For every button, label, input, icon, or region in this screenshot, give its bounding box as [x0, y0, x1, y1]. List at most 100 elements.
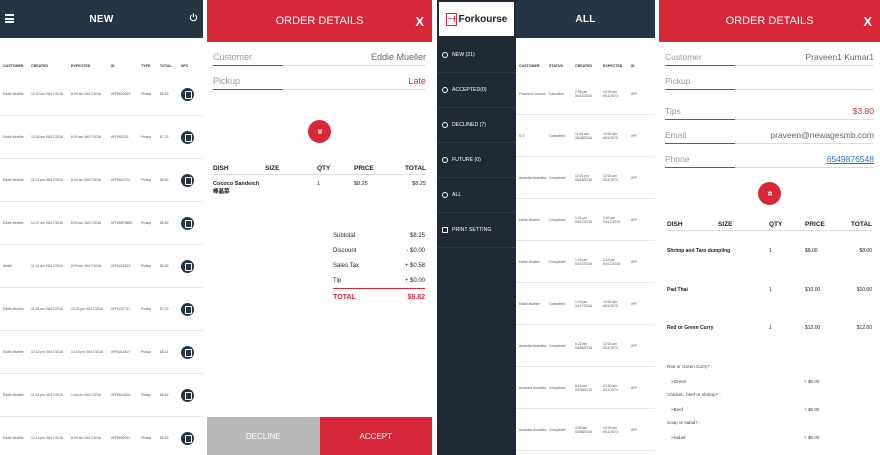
dish-qty: 1	[317, 181, 321, 187]
table-row[interactable]: Eddie Mueller 11:13 pm 06/17/2016 1:43 pm …	[0, 374, 203, 417]
size-col: SIZE	[718, 221, 733, 228]
receipt-icon[interactable]	[181, 173, 194, 187]
dish-dish: Shrimp and Taro dumpling	[667, 248, 731, 254]
cell: 1:43 pm 04/17/2016	[575, 299, 592, 308]
cell: 8:00 am 06/17/2016	[71, 221, 102, 225]
dish-name: Cococo Sandeich	[213, 181, 260, 187]
cell: Eddie Mueller	[519, 301, 540, 306]
all-orders-panel: ALL CUSTOMER STATUS CREATED EXPECTED ID …	[437, 0, 655, 455]
chevron-up-icon: «	[764, 190, 775, 197]
table-row[interactable]: S S Completed 11:46 am 06/08/2016 12:00 am …	[516, 115, 655, 157]
dish-price: $10.00	[805, 287, 821, 293]
cell: Pickup	[141, 307, 152, 311]
cell: dfdfdf	[3, 264, 12, 268]
table-row[interactable]: Eddie Mueller Completed 1:43 pm 04/17/2016…	[516, 283, 655, 325]
menu-label: FUTURE (0)	[452, 157, 481, 163]
phone-link[interactable]: 6549876548	[827, 154, 874, 164]
discount-label: Discount	[333, 248, 357, 254]
menu-item-declined[interactable]: DECLINED (7)	[437, 108, 516, 143]
table-row[interactable]: Eddie Mueller 12:26 am 06/17/2016 8:00 am …	[0, 116, 203, 159]
chevron-down-icon: »	[314, 128, 325, 135]
logo-text: Forkourse	[458, 13, 508, 25]
cell: $8.82	[160, 221, 169, 225]
cell: 12:47 am 06/17/2016	[31, 221, 64, 225]
receipt-icon[interactable]	[181, 388, 194, 402]
cell: 6:18 am 04/08/2016	[575, 383, 592, 392]
cell: Praveen1 kumar1	[519, 91, 546, 96]
table-row[interactable]: Praveen1 kumar1 Cancelled 2:35 pm 06/11/20…	[516, 73, 655, 115]
menu-item-print-setting[interactable]: PRINT SETTING	[437, 213, 516, 248]
receipt-icon[interactable]	[181, 345, 194, 359]
cell: Pickup	[141, 221, 152, 225]
cell: Completed	[549, 217, 566, 222]
menu-item-future[interactable]: FUTURE (0)	[437, 143, 516, 178]
dish-total: $8.25	[412, 181, 426, 187]
receipt-icon[interactable]	[181, 431, 194, 445]
order-summary: Subtotal $8.25 Discount - $0.00 Sales Tax +…	[333, 233, 425, 305]
refresh-icon	[442, 157, 448, 163]
table-row[interactable]: Anamika Anamika Completed 6:22 am 04/08/20…	[516, 325, 655, 367]
close-button[interactable]: X	[863, 14, 872, 29]
table-row[interactable]: Eddie Mueller 12:12 pm 06/17/2016 12:15 pm…	[0, 331, 203, 374]
cell: 12:14 pm 06/17/2016	[31, 436, 64, 440]
receipt-icon[interactable]	[181, 259, 194, 273]
menu-icon[interactable]	[5, 14, 14, 23]
cell: Pickup	[141, 393, 152, 397]
cell: $8.82	[160, 264, 169, 268]
cell: #FF652216	[111, 135, 129, 139]
cell: 11:13 pm 06/17/2016	[31, 393, 63, 397]
table-row[interactable]: Anamika Anamika Completed 12:01 pm 06/18/2…	[516, 157, 655, 199]
order-details-panel-2: ORDER DETAILS X Customer Praveen1 Kumar1 …	[659, 0, 880, 455]
collapse-chevron-button[interactable]: «	[758, 182, 781, 205]
all-title: ALL	[575, 13, 596, 25]
dish-dish: Pad Thai	[667, 287, 688, 293]
cell: 12:00 am 6/11/1973	[603, 299, 618, 308]
option-answer: >Beef	[671, 406, 684, 412]
receipt-icon[interactable]	[181, 216, 194, 230]
table-row[interactable]: Eddie Mueller 12:14 pm 06/17/2016 8:00 am …	[0, 417, 203, 455]
declined-icon	[442, 122, 448, 128]
option-answer: >Green	[671, 378, 687, 384]
table-row[interactable]: Eddie Mueller 12:47 am 06/17/2016 8:00 am …	[0, 202, 203, 245]
customer-label: Customer	[665, 52, 702, 62]
table-row[interactable]: Eddie Mueller 12:20 am 06/17/2016 8:00 am …	[0, 73, 203, 116]
cell: Anamika Anamika	[519, 427, 547, 432]
price-col: PRICE	[805, 221, 825, 228]
table-row[interactable]: Eddie Mueller Completed 1:16 pm 04/17/2016…	[516, 241, 655, 283]
expand-chevron-button[interactable]: »	[308, 120, 331, 143]
col-id: ID	[631, 64, 635, 68]
receipt-icon[interactable]	[181, 302, 194, 316]
pickup-label: Pickup	[665, 76, 691, 86]
power-icon[interactable]	[189, 12, 198, 22]
cell: 2:35 pm 06/11/2016	[575, 89, 592, 98]
table-row[interactable]: Eddie Mueller 11:01 pm 06/17/2016 8:00 am …	[0, 159, 203, 202]
cell: 12:00 am 6/11/1973	[603, 173, 618, 182]
cell: Completed	[549, 427, 566, 432]
dish-price: $8.00	[805, 248, 818, 254]
option-answer-row: >Green + $0.00	[659, 374, 880, 388]
table-row[interactable]: Eddie Mueller 11:08 am 06/17/2016 10:30 pm…	[0, 288, 203, 331]
col-created: CREATED	[575, 64, 593, 68]
total-value: $8.82	[407, 293, 425, 301]
table-row[interactable]: Anamika Anamika Completed 6:18 am 04/08/20…	[516, 367, 655, 409]
table-row[interactable]: Anamika Anamika Completed 4:55 am 04/08/20…	[516, 409, 655, 451]
cell: Eddie Mueller	[3, 92, 24, 96]
list-icon	[442, 52, 448, 58]
receipt-icon[interactable]	[181, 87, 194, 101]
cell: #FF6520043	[111, 92, 131, 96]
col-spc: SPC	[181, 64, 189, 68]
accept-button[interactable]: ACCEPT	[319, 417, 432, 455]
total-col: TOTAL	[850, 221, 872, 228]
table-row[interactable]: dfdfdf 11:14 am 06/17/2016 8:00 am 06/17/2…	[0, 245, 203, 288]
close-button[interactable]: X	[415, 14, 424, 29]
dish-dish: Red or Green Curry	[667, 325, 714, 331]
menu-item-new[interactable]: NEW (21)	[437, 38, 516, 73]
receipt-icon[interactable]	[181, 130, 194, 144]
menu-item-accepted[interactable]: ACCEPTED(0)	[437, 73, 516, 108]
new-header: NEW	[0, 0, 203, 38]
tips-field: Tips $3.80	[665, 90, 874, 120]
table-row[interactable]: Eddie Mueller Completed 1:21 pm 04/17/2016…	[516, 199, 655, 241]
tips-value: $3.80	[852, 106, 874, 116]
menu-item-all[interactable]: ALL	[437, 178, 516, 213]
decline-button[interactable]: DECLINE	[207, 417, 320, 455]
